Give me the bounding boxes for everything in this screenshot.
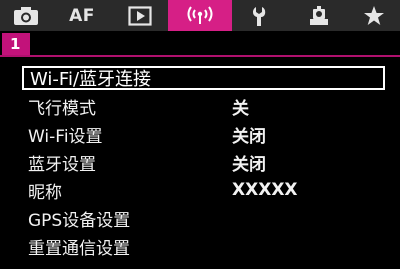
- af-tab[interactable]: AF: [52, 0, 112, 31]
- menu-item-label: 蓝牙设置: [28, 154, 96, 175]
- menu-tab-bar: AF: [0, 0, 400, 31]
- star-icon: [363, 5, 385, 27]
- playback-tab[interactable]: [112, 0, 168, 31]
- menu-item-bluetooth-settings[interactable]: 蓝牙设置 关闭: [22, 150, 385, 175]
- menu-item-nickname[interactable]: 昵称 XXXXX: [22, 178, 385, 203]
- menu-item-label: GPS设备设置: [28, 210, 131, 231]
- mymenu-tab[interactable]: [348, 0, 400, 31]
- menu-item-label: Wi-Fi设置: [28, 126, 103, 147]
- wrench-icon: [250, 5, 272, 27]
- menu-item-label: 飞行模式: [28, 98, 96, 119]
- page-bar: [0, 31, 400, 57]
- menu-item-label: 重置通信设置: [28, 238, 130, 259]
- wireless-icon: [185, 5, 215, 26]
- wireless-tab[interactable]: [168, 0, 232, 31]
- menu-item-value: 关闭: [232, 126, 266, 147]
- menu-item-reset-communication[interactable]: 重置通信设置: [22, 234, 385, 259]
- menu-item-wifi-settings[interactable]: Wi-Fi设置 关闭: [22, 122, 385, 147]
- camera-tab[interactable]: [0, 0, 52, 31]
- playback-icon: [128, 5, 152, 26]
- menu-item-airplane-mode[interactable]: 飞行模式 关: [22, 94, 385, 119]
- menu-item-gps-settings[interactable]: GPS设备设置: [22, 206, 385, 231]
- page-divider: [0, 55, 400, 57]
- page-number-badge: 1: [2, 33, 30, 55]
- menu-item-value: XXXXX: [232, 180, 298, 200]
- menu-item-value: 关: [232, 98, 249, 119]
- menu-item-label: Wi-Fi/蓝牙连接: [30, 69, 152, 90]
- menu-item-wifi-bluetooth-connection[interactable]: Wi-Fi/蓝牙连接: [22, 66, 385, 90]
- custom-tab[interactable]: [290, 0, 348, 31]
- af-tab-label: AF: [69, 5, 95, 26]
- menu-item-label: 昵称: [28, 182, 62, 203]
- menu-item-value: 关闭: [232, 154, 266, 175]
- setup-tab[interactable]: [232, 0, 290, 31]
- custom-functions-icon: [307, 5, 331, 27]
- camera-icon: [13, 6, 39, 26]
